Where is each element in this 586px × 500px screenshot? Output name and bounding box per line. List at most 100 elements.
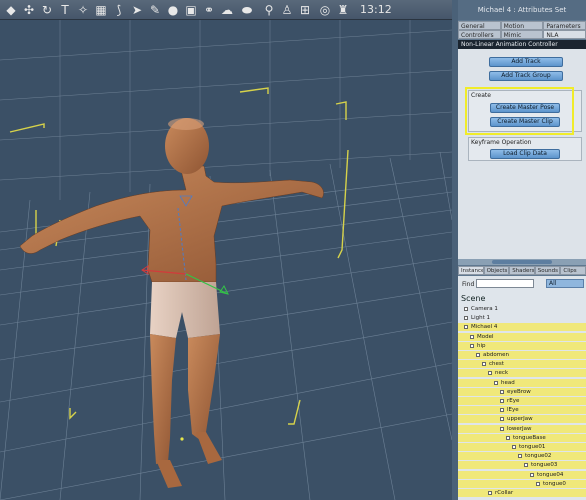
tree-row-label: tongue02: [525, 453, 552, 460]
tree-row[interactable]: hip: [458, 341, 586, 350]
tab-instances[interactable]: Instances: [458, 266, 484, 275]
tree-node-icon[interactable]: [506, 435, 510, 440]
tab-mimic[interactable]: Mimic: [500, 30, 544, 39]
tree-row[interactable]: lowerJaw: [458, 424, 586, 433]
tree-row-label: neck: [495, 370, 509, 377]
tree-node-icon[interactable]: [464, 316, 468, 321]
tree-row[interactable]: Michael 4: [458, 323, 586, 332]
tree-row[interactable]: tongue03: [458, 461, 586, 470]
tree-node-icon[interactable]: [518, 454, 522, 459]
tree-row-label: tongue04: [537, 471, 564, 478]
tab-sounds[interactable]: Sounds: [534, 266, 561, 275]
tree-row[interactable]: rCollar: [458, 489, 586, 497]
clock: 13:12: [360, 3, 392, 16]
tree-node-icon[interactable]: [464, 307, 468, 311]
tab-controllers[interactable]: Controllers: [458, 30, 501, 39]
rotate-icon[interactable]: ↻: [40, 3, 54, 17]
scene-tree: Scene Camera 1 Light 1 Michael 4 Model hip ab…: [458, 292, 586, 500]
tree-node-icon[interactable]: [482, 362, 486, 367]
tree-node-icon[interactable]: [524, 463, 528, 468]
find-input[interactable]: [476, 279, 534, 288]
ground-marker: [180, 437, 184, 441]
filter-select[interactable]: All: [546, 279, 584, 288]
tree-node-icon[interactable]: [476, 353, 480, 357]
tree-node-icon[interactable]: [500, 399, 504, 403]
tab-clips[interactable]: Clips: [560, 266, 586, 275]
cloud-icon[interactable]: ☁: [220, 3, 234, 17]
text-icon[interactable]: T: [58, 3, 72, 17]
tree-row[interactable]: tongue01: [458, 443, 586, 451]
add-track-group-button[interactable]: Add Track Group: [489, 71, 563, 81]
tree-row[interactable]: Camera 1: [458, 305, 586, 313]
blob-icon[interactable]: ⬬: [240, 3, 254, 17]
tree-row[interactable]: neck: [458, 369, 586, 378]
tree-row[interactable]: Model: [458, 332, 586, 341]
pointer-icon[interactable]: ➤: [130, 3, 144, 17]
cubes-icon[interactable]: ▣: [184, 3, 198, 17]
find-row: Find All: [458, 276, 586, 292]
tree-row[interactable]: abdomen: [458, 351, 586, 359]
tree-row-label: Camera 1: [471, 306, 498, 312]
add-track-button[interactable]: Add Track: [489, 57, 563, 67]
tab-parameters[interactable]: Parameters: [543, 21, 586, 30]
tab-objects[interactable]: Objects: [483, 266, 510, 275]
tree-row[interactable]: chest: [458, 360, 586, 369]
pin-icon[interactable]: ⚲: [262, 3, 276, 17]
sphere-icon[interactable]: ●: [166, 3, 180, 17]
keyframe-operation-label: Keyframe Operation: [471, 139, 532, 146]
tree-row[interactable]: tongue0: [458, 479, 586, 488]
figure-icon[interactable]: ♙: [280, 3, 294, 17]
shapes-icon[interactable]: ◆: [4, 3, 18, 17]
translate-icon[interactable]: ▦: [94, 3, 108, 17]
tab-motion[interactable]: Motion: [500, 21, 544, 30]
tab-general[interactable]: General: [458, 21, 501, 30]
tree-row[interactable]: Light 1: [458, 314, 586, 323]
tree-node-icon[interactable]: [488, 491, 492, 495]
tree-row-label: eyeBrow: [507, 388, 531, 395]
tree-row-label: abdomen: [483, 352, 509, 358]
figure2-icon[interactable]: ♜: [336, 3, 350, 17]
tree-node-icon[interactable]: [500, 389, 504, 394]
morph-icon[interactable]: ✣: [22, 3, 36, 17]
tab-nla[interactable]: NLA: [543, 30, 586, 39]
tree-row[interactable]: tongue02: [458, 452, 586, 461]
bend-icon[interactable]: ⟆: [112, 3, 126, 17]
grid-icon[interactable]: ⊞: [298, 3, 312, 17]
tree-row[interactable]: head: [458, 378, 586, 387]
tree-node-icon[interactable]: [536, 481, 540, 486]
panel-splitter[interactable]: [458, 259, 586, 265]
tab-shaders[interactable]: Shaders: [509, 266, 535, 275]
tree-row-label: Model: [477, 333, 494, 340]
3d-viewport[interactable]: [0, 20, 452, 500]
tree-row[interactable]: tongue04: [458, 470, 586, 479]
scene-tabs: Instances Objects Shaders Sounds Clips: [458, 266, 586, 275]
tree-row[interactable]: lEye: [458, 406, 586, 415]
highlight-annotation: [465, 87, 574, 135]
tree-row[interactable]: upperJaw: [458, 415, 586, 424]
tree-node-icon[interactable]: [500, 426, 504, 431]
nla-header[interactable]: Non-Linear Animation Controller: [458, 40, 586, 49]
splitter-grip[interactable]: [492, 260, 552, 264]
tree-row-label: chest: [489, 361, 504, 368]
tree-node-icon[interactable]: [500, 417, 504, 422]
main-toolbar: ◆ ✣ ↻ T ✧ ▦ ⟆ ➤ ✎ ● ▣ ⚭ ☁ ⬬ ⚲ ♙ ⊞ ◎ ♜ 13…: [0, 0, 452, 20]
tree-node-icon[interactable]: [512, 445, 516, 449]
tree-row[interactable]: eyeBrow: [458, 387, 586, 396]
paint-icon[interactable]: ✎: [148, 3, 162, 17]
tree-node-icon[interactable]: [488, 371, 492, 376]
chain-icon[interactable]: ⚭: [202, 3, 216, 17]
tree-node-icon[interactable]: [470, 334, 474, 339]
tree-node-icon[interactable]: [530, 472, 534, 477]
tree-row-label: Light 1: [471, 315, 490, 322]
tree-row[interactable]: tongueBase: [458, 433, 586, 442]
camera-icon[interactable]: ◎: [318, 3, 332, 17]
tree-node-icon[interactable]: [500, 408, 504, 413]
tree-row[interactable]: rEye: [458, 397, 586, 405]
twist-icon[interactable]: ✧: [76, 3, 90, 17]
figure-michael-4[interactable]: [19, 118, 324, 488]
tree-node-icon[interactable]: [494, 380, 498, 385]
tree-node-icon[interactable]: [464, 325, 468, 330]
tree-node-icon[interactable]: [470, 343, 474, 348]
load-clip-data-button[interactable]: Load Clip Data: [490, 149, 560, 159]
wall-grid: [0, 20, 452, 200]
